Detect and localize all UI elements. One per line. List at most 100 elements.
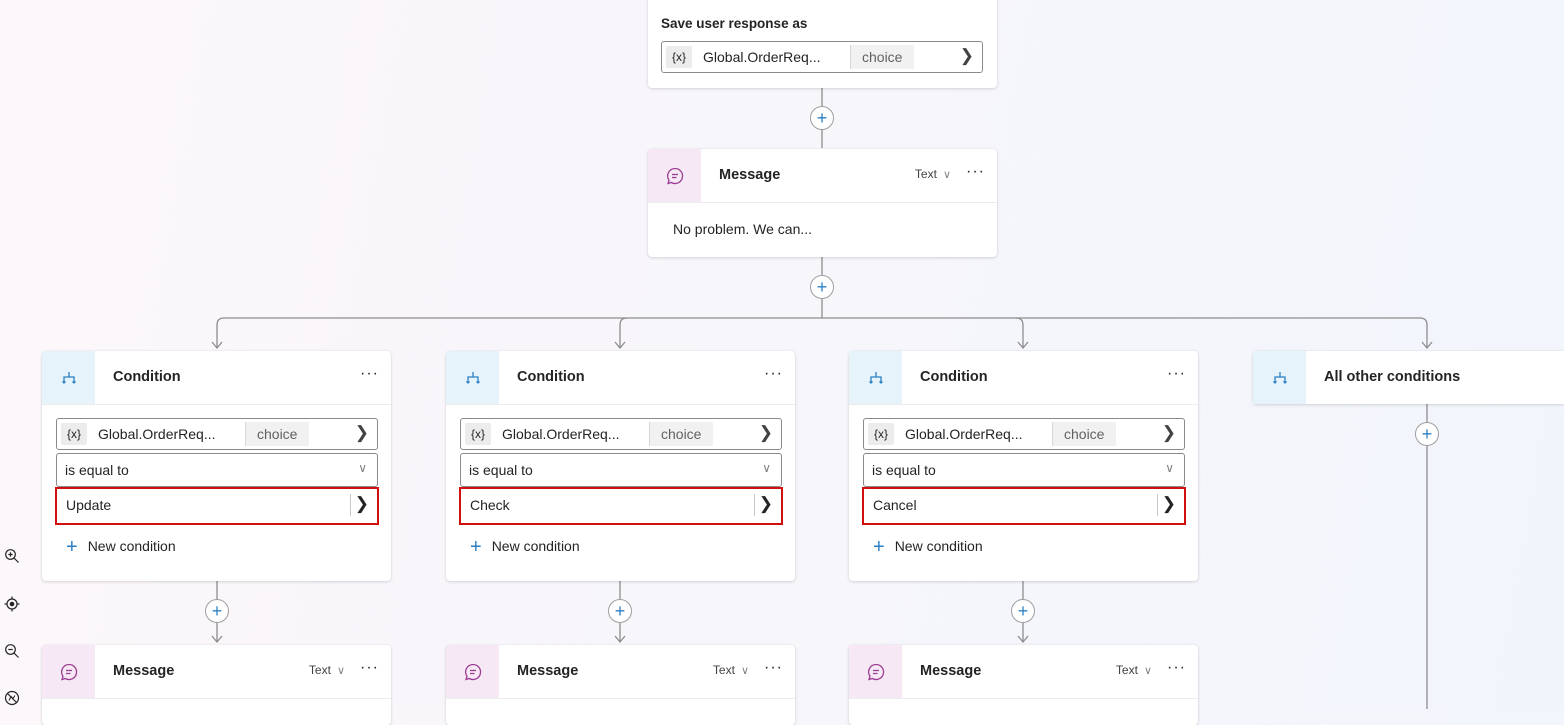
condition-variable-field[interactable]: {x} Global.OrderReq... choice ❯ [460,418,782,450]
more-icon[interactable]: ··· [360,365,379,383]
add-node-button[interactable]: + [608,599,632,623]
zoom-out-icon[interactable] [2,641,22,661]
more-icon[interactable]: ··· [1167,659,1186,677]
condition-header: Condition ··· [42,351,391,405]
new-condition-button[interactable]: + New condition [470,536,580,559]
no-map-icon[interactable] [2,688,22,708]
branch-icon [1253,351,1306,404]
add-node-button[interactable]: + [1415,422,1439,446]
variable-icon: {x} [465,423,491,445]
message-title: Message [113,663,175,679]
add-node-button[interactable]: + [810,275,834,299]
message-body: No problem. We can... [673,221,813,237]
chevron-down-icon: ∨ [1143,665,1152,677]
message-type-label: Text [308,663,331,677]
new-condition-button[interactable]: + New condition [66,536,176,559]
variable-type: choice [1052,422,1117,446]
operator-label: is equal to [872,462,936,478]
condition-variable-field[interactable]: {x} Global.OrderReq... choice ❯ [863,418,1185,450]
condition-value: Update [66,497,112,513]
add-icon: + [614,601,626,621]
more-icon[interactable]: ··· [764,659,783,677]
operator-dropdown[interactable]: is equal to ∨ [863,453,1185,487]
chevron-down-icon: ∨ [762,461,771,475]
condition-value-field[interactable]: Cancel ❯ [862,487,1186,525]
message-type-dropdown[interactable]: Text ∨ [309,663,345,677]
add-node-button[interactable]: + [1011,599,1035,623]
message-node[interactable]: Message Text ∨ ··· [42,645,391,725]
variable-type: choice [245,422,310,446]
save-response-variable-field[interactable]: {x} Global.OrderReq... choice ❯ [661,41,983,73]
condition-title: Condition [517,369,585,385]
branch-icon [42,351,95,404]
chevron-right-icon[interactable]: ❯ [960,46,974,66]
add-icon: + [211,601,223,621]
condition-header: Condition ··· [849,351,1198,405]
condition-variable-field[interactable]: {x} Global.OrderReq... choice ❯ [56,418,378,450]
operator-dropdown[interactable]: is equal to ∨ [56,453,378,487]
message-type-label: Text [914,167,937,181]
message-title: Message [517,663,579,679]
chevron-right-icon[interactable]: ❯ [355,494,369,514]
all-other-title: All other conditions [1324,369,1461,385]
condition-value-field[interactable]: Update ❯ [55,487,379,525]
more-icon[interactable]: ··· [360,659,379,677]
message-title: Message [920,663,982,679]
condition-value: Cancel [873,497,917,513]
divider [350,494,351,516]
operator-label: is equal to [469,462,533,478]
add-node-button[interactable]: + [205,599,229,623]
variable-name: Global.OrderReq... [98,426,216,442]
chat-bubble-icon [446,645,499,698]
add-node-button[interactable]: + [810,106,834,130]
condition-title: Condition [113,369,181,385]
message-type-dropdown[interactable]: Text ∨ [713,663,749,677]
message-node[interactable]: Message Text ∨ ··· No problem. We can... [648,149,997,257]
chevron-right-icon[interactable]: ❯ [1162,423,1176,443]
more-icon[interactable]: ··· [966,163,985,181]
message-header: Message Text ∨ ··· [849,645,1198,699]
message-node[interactable]: Message Text ∨ ··· [446,645,795,725]
chevron-right-icon[interactable]: ❯ [1162,494,1176,514]
message-type-label: Text [1115,663,1138,677]
add-icon: + [66,536,78,558]
new-condition-button[interactable]: + New condition [873,536,983,559]
variable-icon: {x} [61,423,87,445]
chevron-right-icon[interactable]: ❯ [355,423,369,443]
condition-node[interactable]: Condition ··· {x} Global.OrderReq... cho… [42,351,391,581]
save-response-card: Save user response as {x} Global.OrderRe… [648,0,997,88]
chevron-down-icon: ∨ [740,665,749,677]
condition-value-field[interactable]: Check ❯ [459,487,783,525]
divider [754,494,755,516]
zoom-in-icon[interactable] [2,546,22,566]
message-title: Message [719,167,781,183]
add-icon: + [873,536,885,558]
operator-label: is equal to [65,462,129,478]
chat-bubble-icon [42,645,95,698]
condition-node[interactable]: Condition ··· {x} Global.OrderReq... cho… [446,351,795,581]
message-type-dropdown[interactable]: Text ∨ [1116,663,1152,677]
add-icon: + [1421,424,1433,444]
more-icon[interactable]: ··· [1167,365,1186,383]
message-type-dropdown[interactable]: Text ∨ [915,167,951,181]
chevron-down-icon: ∨ [942,169,951,181]
chat-bubble-icon [648,149,701,202]
target-icon[interactable] [2,594,22,614]
variable-icon: {x} [666,46,692,68]
variable-type: choice [850,45,915,69]
message-type-label: Text [712,663,735,677]
message-node[interactable]: Message Text ∨ ··· [849,645,1198,725]
more-icon[interactable]: ··· [764,365,783,383]
chevron-right-icon[interactable]: ❯ [759,494,773,514]
condition-node[interactable]: Condition ··· {x} Global.OrderReq... cho… [849,351,1198,581]
all-other-conditions-node[interactable]: All other conditions [1253,351,1564,404]
add-icon: + [816,108,828,128]
branch-icon [849,351,902,404]
new-condition-label: New condition [87,538,176,554]
operator-dropdown[interactable]: is equal to ∨ [460,453,782,487]
chevron-right-icon[interactable]: ❯ [759,423,773,443]
branch-icon [446,351,499,404]
new-condition-label: New condition [491,538,580,554]
chat-bubble-icon [849,645,902,698]
add-icon: + [816,277,828,297]
